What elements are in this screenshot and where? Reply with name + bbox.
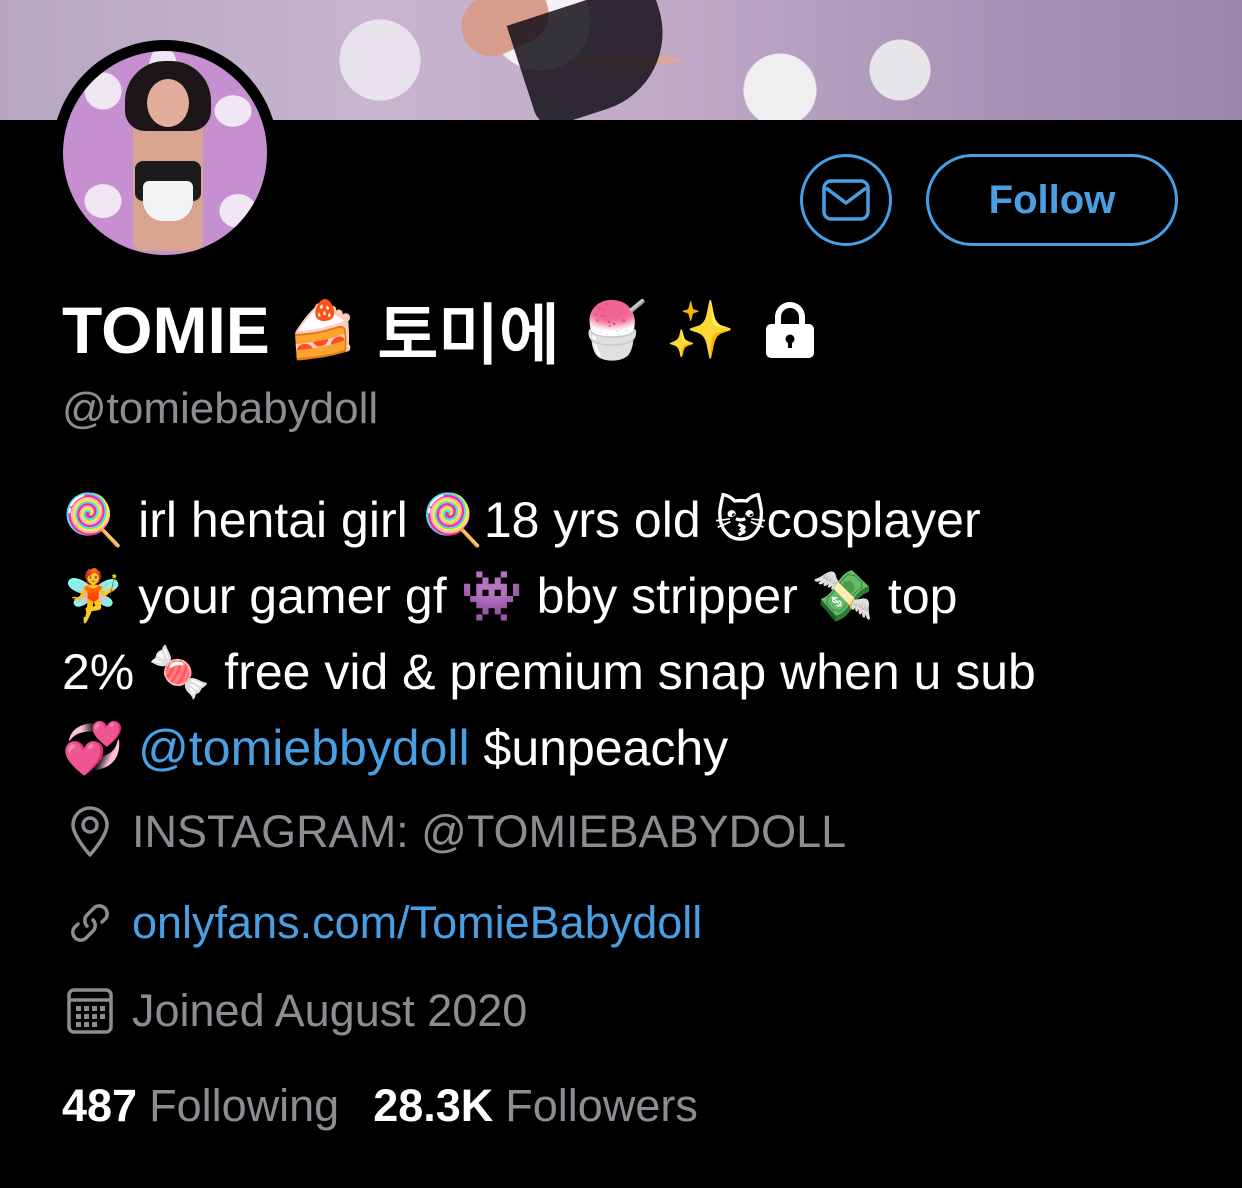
bio-text: $unpeachy (469, 720, 729, 776)
joined-row: Joined August 2020 (62, 983, 527, 1039)
cake-emoji: 🍰 (287, 298, 358, 361)
calendar-icon (62, 983, 118, 1039)
joined-text: Joined August 2020 (132, 985, 528, 1036)
display-name: TOMIE 🍰 토미에 🍧 ✨ (62, 290, 819, 372)
message-button[interactable] (800, 154, 892, 246)
envelope-icon (821, 178, 871, 222)
follow-stats: 487 Following 28.3K Followers (62, 1080, 698, 1132)
followers-stat[interactable]: 28.3K Followers (373, 1080, 698, 1132)
lock-icon (761, 299, 819, 361)
avatar-face (147, 79, 189, 127)
followers-count: 28.3K (373, 1080, 494, 1131)
bio-emoji: 💞 (62, 720, 139, 776)
bio-line: 🍭 irl hentai girl 🍭18 yrs old 😽cosplayer (62, 492, 981, 548)
avatar[interactable] (63, 51, 267, 255)
location-pin-icon (62, 804, 118, 860)
link-icon (62, 895, 118, 951)
followers-label: Followers (505, 1080, 698, 1131)
display-name-korean: 토미에 (377, 298, 560, 372)
bio-mention-link[interactable]: @tomiebbydoll (138, 720, 469, 776)
bio-line: 🧚 your gamer gf 👾 bby stripper 💸 top (62, 568, 958, 624)
following-count: 487 (62, 1080, 138, 1131)
location-text: INSTAGRAM: @TOMIEBABYDOLL (132, 806, 847, 857)
display-name-text: TOMIE (62, 293, 270, 367)
website-link[interactable]: onlyfans.com/TomieBabydoll (132, 897, 702, 949)
avatar-apron (143, 181, 193, 221)
bio: 🍭 irl hentai girl 🍭18 yrs old 😽cosplayer… (62, 482, 1192, 786)
shaved-ice-emoji: 🍧 (577, 298, 648, 361)
sparkles-emoji: ✨ (665, 298, 736, 361)
bio-line: 💞 @tomiebbydoll $unpeachy (62, 710, 1192, 786)
website-row: onlyfans.com/TomieBabydoll (62, 895, 702, 951)
location-row: INSTAGRAM: @TOMIEBABYDOLL (62, 804, 846, 860)
handle: @tomiebabydoll (62, 384, 379, 433)
following-label: Following (149, 1080, 340, 1131)
banner-figure-hair (506, 0, 684, 120)
following-stat[interactable]: 487 Following (62, 1080, 339, 1132)
bio-line: 2% 🍬 free vid & premium snap when u sub (62, 644, 1036, 700)
follow-button[interactable]: Follow (926, 154, 1178, 246)
